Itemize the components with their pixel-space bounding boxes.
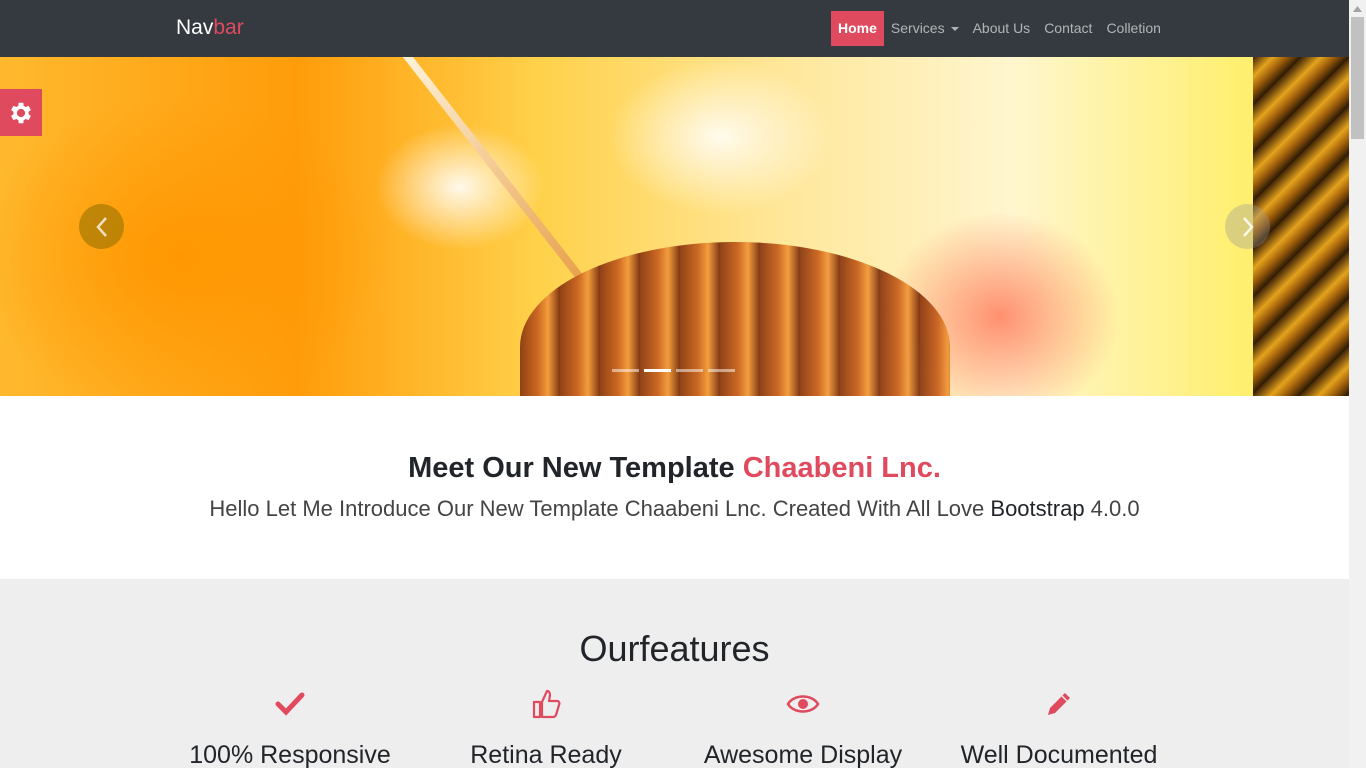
intro-title-main: Meet Our New Template: [408, 452, 743, 484]
navbar: Navbar Home Services About Us Contact Co…: [0, 0, 1349, 57]
feature-item: Awesome Display: [675, 687, 931, 768]
feature-icon-wrap: [931, 687, 1187, 721]
intro-section: Meet Our New Template Chaabeni Lnc. Hell…: [0, 396, 1349, 579]
feature-item: Retina Ready: [418, 687, 674, 768]
intro-title-accent: Chaabeni Lnc.: [742, 452, 941, 484]
features-section: Ourfeatures 100% Responsive Retina Ready…: [0, 579, 1349, 768]
feature-icon-wrap: [675, 687, 931, 721]
hero-carousel: [0, 57, 1349, 396]
scrollbar-thumb[interactable]: [1351, 17, 1364, 139]
page: Navbar Home Services About Us Contact Co…: [0, 0, 1349, 768]
nav-link-colletion[interactable]: Colletion: [1099, 11, 1167, 46]
intro-text-main: Hello Let Me Introduce Our New Template …: [209, 496, 991, 521]
nav-links: Home Services About Us Contact Colletion: [831, 11, 1168, 46]
carousel-indicator[interactable]: [708, 369, 735, 372]
eye-icon: [786, 695, 820, 713]
honey-drizzle-image: [395, 57, 587, 284]
thumbs-up-icon: [532, 689, 561, 719]
features-title: Ourfeatures: [579, 628, 770, 669]
carousel-next-button[interactable]: [1225, 204, 1270, 249]
intro-title: Meet Our New Template Chaabeni Lnc.: [0, 452, 1349, 485]
intro-text: Hello Let Me Introduce Our New Template …: [0, 496, 1349, 522]
feature-icon-wrap: [418, 687, 674, 721]
honey-dipper-image: [520, 242, 950, 396]
carousel-indicator-active[interactable]: [644, 369, 671, 372]
carousel-prev-button[interactable]: [79, 204, 124, 249]
nav-link-services[interactable]: Services: [884, 11, 966, 46]
feature-title: Awesome Display: [703, 741, 903, 768]
caret-down-icon: [950, 27, 959, 32]
chevron-left-icon: [95, 216, 107, 237]
page-scrollbar[interactable]: [1349, 0, 1366, 768]
carousel-indicator[interactable]: [612, 369, 639, 372]
check-icon: [275, 692, 305, 716]
scroll-up-button[interactable]: [1349, 0, 1366, 17]
feature-title: Well Documented: [960, 741, 1158, 768]
nav-link-contact[interactable]: Contact: [1037, 11, 1099, 46]
nav-link-home[interactable]: Home: [831, 11, 884, 46]
nav-link-about[interactable]: About Us: [966, 11, 1038, 46]
feature-item: 100% Responsive: [162, 687, 418, 768]
brand-text: Nav: [176, 16, 214, 39]
intro-text-strong: Bootstrap: [990, 496, 1085, 521]
settings-button[interactable]: [0, 89, 42, 136]
carousel-indicator[interactable]: [676, 369, 703, 372]
nav-link-services-label: Services: [890, 20, 945, 36]
feature-icon-wrap: [162, 687, 418, 721]
feature-title: 100% Responsive: [189, 741, 391, 768]
intro-text-version: 4.0.0: [1084, 496, 1140, 521]
arrow-up-icon: [1353, 5, 1362, 12]
gear-icon: [11, 102, 31, 123]
feature-title: Retina Ready: [470, 741, 622, 768]
navbar-brand[interactable]: Navbar: [176, 16, 244, 40]
brand-accent-text: bar: [213, 16, 244, 39]
feature-item: Well Documented: [931, 687, 1187, 768]
pencil-icon: [1048, 693, 1070, 715]
carousel-indicators: [612, 369, 740, 372]
chevron-right-icon: [1242, 216, 1254, 237]
